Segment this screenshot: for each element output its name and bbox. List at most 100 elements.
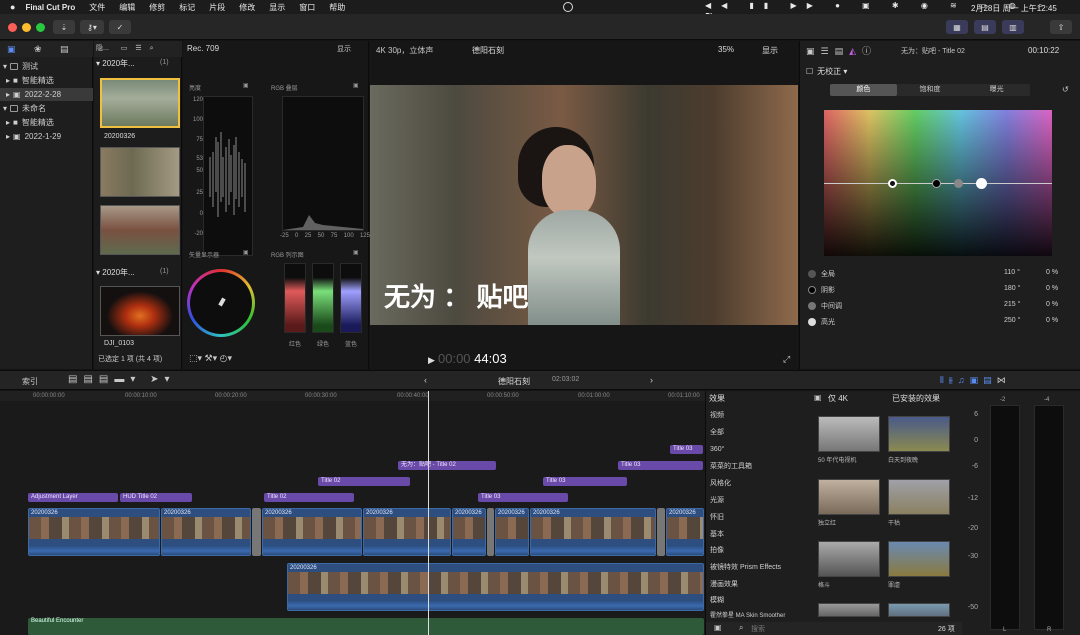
effect-thumbnail[interactable]: [818, 479, 880, 515]
layout-button-2[interactable]: ▤: [974, 20, 996, 34]
scope-settings-icon[interactable]: ▣: [243, 249, 249, 256]
checkbox-icon[interactable]: ☐: [806, 67, 813, 76]
effect-thumbnail[interactable]: [818, 541, 880, 577]
effect-thumbnail[interactable]: [888, 416, 950, 452]
close-button[interactable]: [8, 23, 17, 32]
color-row-shadows[interactable]: 阴影 180 ° 0 %: [806, 283, 1074, 298]
correction-menu[interactable]: ☐ 无校正 ▾: [806, 66, 847, 77]
zoom-button[interactable]: [36, 23, 45, 32]
tab-color[interactable]: 颜色: [830, 84, 897, 96]
title-clip[interactable]: Title 02: [264, 493, 354, 502]
effect-category[interactable]: 视频: [706, 407, 806, 424]
event-row-selected[interactable]: ▸ ▣ 2022-2-28: [0, 88, 93, 101]
forward-arrow-icon[interactable]: ›: [650, 375, 653, 385]
timeline-view-icons[interactable]: ⫴⫵♫▣▤⋈: [940, 375, 1011, 386]
clip-thumbnail[interactable]: [100, 205, 180, 255]
scope-preset[interactable]: Rec. 709: [187, 44, 219, 53]
connected-clip[interactable]: 20200326: [287, 563, 704, 611]
scope-settings-icon[interactable]: ▣: [243, 82, 249, 89]
layout-button-1[interactable]: ▦: [946, 20, 968, 34]
effect-category[interactable]: 被镜特效 Prism Effects: [706, 559, 806, 576]
clip-thumbnail[interactable]: [100, 78, 180, 128]
color-board[interactable]: [824, 110, 1052, 256]
effect-thumbnail[interactable]: [888, 603, 950, 617]
fullscreen-icon[interactable]: ⤢: [783, 354, 790, 365]
effect-category[interactable]: 菜菜的工具箱: [706, 458, 806, 475]
titles-icon[interactable]: ▤: [60, 44, 69, 55]
viewer-zoom[interactable]: 35%: [718, 45, 734, 54]
smart-collection-row[interactable]: ▸ ■ 智能精选: [0, 74, 93, 87]
group-header[interactable]: ▾ 2020年...: [96, 58, 135, 69]
search-icon[interactable]: ⌕: [150, 45, 154, 52]
edit-buttons[interactable]: ▤▤▤▬▾ ➤▾: [68, 374, 176, 385]
viewer-display-menu[interactable]: 显示: [762, 45, 778, 56]
effect-thumbnail[interactable]: [818, 416, 880, 452]
photos-icon[interactable]: ❀: [34, 44, 42, 55]
back-arrow-icon[interactable]: ‹: [424, 375, 427, 385]
effect-category[interactable]: 基本: [706, 526, 806, 543]
scope-settings-icon[interactable]: ▣: [353, 249, 359, 256]
sidebar-toggle-icon[interactable]: ▣: [814, 393, 822, 402]
effect-category[interactable]: 光源: [706, 492, 806, 509]
layout-button-3[interactable]: ▥: [1002, 20, 1024, 34]
info-icon[interactable]: ⓘ: [862, 46, 877, 56]
search-icon[interactable]: ⌕: [739, 623, 743, 633]
project-name[interactable]: 德阳石刻: [498, 376, 530, 387]
audio-clip[interactable]: Beautiful Encounter: [28, 618, 704, 635]
background-tasks-button[interactable]: ✓: [109, 20, 131, 34]
sidebar-icon[interactable]: ▣: [714, 623, 722, 632]
menu-window[interactable]: 窗口: [299, 2, 315, 13]
title-clip[interactable]: Title 03: [618, 461, 703, 470]
puck-shadows[interactable]: [932, 179, 941, 188]
primary-clip[interactable]: 20200326: [262, 508, 362, 556]
effect-category[interactable]: 拍像: [706, 542, 806, 559]
menu-view[interactable]: 显示: [269, 2, 285, 13]
menu-edit[interactable]: 编辑: [119, 2, 135, 13]
group-header[interactable]: ▾ 2020年...: [96, 267, 135, 278]
color-row-midtones[interactable]: 中间调 215 ° 0 %: [806, 299, 1074, 314]
library-row[interactable]: ▾ 未命名: [0, 102, 93, 115]
clip-thumbnail[interactable]: [100, 147, 180, 197]
menu-file[interactable]: 文件: [89, 2, 105, 13]
primary-clip[interactable]: 20200326: [530, 508, 656, 556]
title-clip[interactable]: Title 03: [670, 445, 703, 454]
keyboard-icon[interactable]: [563, 2, 573, 12]
event-row[interactable]: ▸ ▣ 2022-1-29: [0, 130, 93, 143]
primary-clip[interactable]: 20200326: [363, 508, 451, 556]
play-button[interactable]: ▶: [428, 355, 435, 366]
effects-search-input[interactable]: 搜索: [751, 624, 765, 634]
index-button[interactable]: 索引: [22, 376, 38, 387]
effect-category[interactable]: 怀旧: [706, 509, 806, 526]
primary-clip[interactable]: 20200326: [666, 508, 704, 556]
title-clip[interactable]: Title 02: [318, 477, 410, 486]
primary-clip[interactable]: 20200326: [28, 508, 160, 556]
menu-help[interactable]: 帮助: [329, 2, 345, 13]
transition[interactable]: [657, 508, 665, 556]
color-row-highlights[interactable]: 高光 250 ° 0 %: [806, 315, 1074, 330]
color-row-global[interactable]: 全局 110 ° 0 %: [806, 267, 1074, 282]
title-clip[interactable]: Title 03: [543, 477, 627, 486]
minimize-button[interactable]: [22, 23, 31, 32]
menu-clip[interactable]: 片段: [209, 2, 225, 13]
menu-modify[interactable]: 修改: [239, 2, 255, 13]
title-clip[interactable]: Title 03: [478, 493, 568, 502]
effect-category[interactable]: 模糊: [706, 592, 806, 609]
puck-highlights[interactable]: [976, 178, 987, 189]
filter-4k[interactable]: 仅 4K: [828, 393, 848, 404]
tab-exposure[interactable]: 曝光: [963, 84, 1030, 96]
apple-icon[interactable]: ●: [10, 2, 15, 12]
video-inspector-icon[interactable]: ▣: [806, 46, 821, 56]
list-icon[interactable]: ☰: [135, 45, 141, 52]
title-clip[interactable]: HUD Title 02: [120, 493, 192, 502]
import-button[interactable]: ⇣: [53, 20, 75, 34]
primary-clip[interactable]: 20200326: [452, 508, 486, 556]
tab-saturation[interactable]: 饱和度: [897, 84, 964, 96]
primary-clip[interactable]: 20200326: [161, 508, 251, 556]
scope-settings-icon[interactable]: ▣: [353, 82, 359, 89]
share-button[interactable]: ⇧: [1050, 20, 1072, 34]
effect-category[interactable]: 全部: [706, 424, 806, 441]
transition[interactable]: [487, 508, 494, 556]
effect-category[interactable]: 风格化: [706, 475, 806, 492]
menu-trim[interactable]: 修剪: [149, 2, 165, 13]
effect-category[interactable]: 漫画效果: [706, 576, 806, 593]
